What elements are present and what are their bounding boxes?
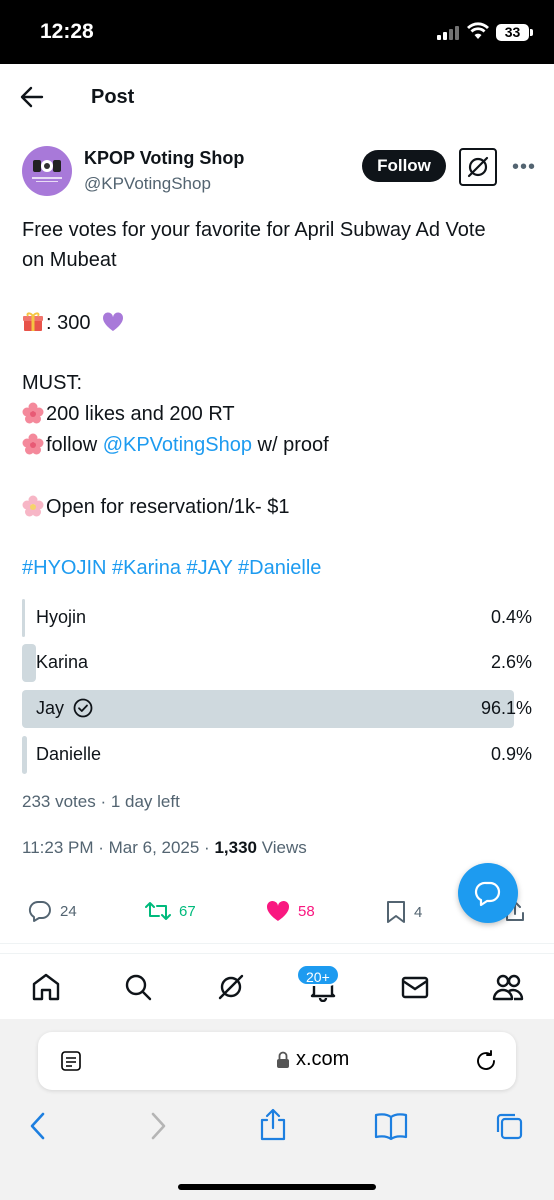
must-label: MUST: (22, 372, 82, 394)
reply-button[interactable]: 24 (28, 900, 77, 922)
poll-option-percent: 0.4% (490, 607, 532, 627)
flower-icon (22, 495, 44, 517)
flower-icon (22, 433, 44, 455)
poll-option-danielle: Danielle 0.9% (22, 736, 534, 774)
reload-icon[interactable] (474, 1049, 498, 1078)
reply-count: 24 (60, 902, 77, 920)
mail-icon[interactable] (400, 972, 430, 1007)
page-title: Post (91, 86, 135, 108)
prize-text: : 300 (46, 312, 91, 334)
reader-icon[interactable] (60, 1050, 82, 1077)
gift-icon (23, 312, 43, 331)
requirement-1: 200 likes and 200 RT (46, 403, 235, 425)
requirement-line: follow @KPVotingShop w/ proof (22, 432, 329, 458)
poll-bar (22, 736, 27, 774)
post-date[interactable]: 11:23 PM · Mar 6, 2025 · (22, 838, 214, 857)
grok-icon[interactable] (459, 148, 497, 186)
poll-meta: 233 votes · 1 day left (22, 792, 180, 811)
people-icon[interactable] (492, 972, 524, 1007)
author-handle[interactable]: @KPVotingShop (84, 174, 211, 194)
reservation-line: Open for reservation/1k- $1 (22, 494, 289, 520)
repost-button[interactable]: 67 (145, 900, 196, 922)
bookmark-count: 4 (414, 903, 423, 921)
like-icon (266, 900, 290, 921)
tweet-prize-line: : 300 (22, 310, 126, 336)
mention-link[interactable]: @KPVotingShop (103, 434, 252, 456)
share-icon[interactable] (258, 1107, 288, 1146)
url-text[interactable]: x.com (296, 1048, 349, 1071)
poll-bar (22, 644, 36, 682)
grok-icon[interactable] (216, 972, 246, 1007)
flower-icon (22, 402, 44, 424)
home-icon[interactable] (31, 972, 61, 1007)
poll-option-percent: 96.1% (480, 698, 532, 718)
wifi-icon (467, 22, 489, 45)
follow-button[interactable]: Follow (362, 150, 446, 182)
poll-option-percent: 2.6% (490, 652, 532, 672)
chevron-left-icon[interactable] (28, 1111, 48, 1146)
browser-toolbar: x.com (0, 1019, 554, 1200)
repost-count: 67 (179, 902, 196, 920)
hashtags[interactable]: #HYOJIN #Karina #JAY #Danielle (22, 555, 321, 581)
like-button[interactable]: 58 (266, 900, 315, 922)
battery-indicator: 33 (496, 24, 529, 41)
author-name[interactable]: KPOP Voting Shop (84, 148, 244, 169)
poll-option-percent: 0.9% (490, 744, 532, 764)
tweet-text-line: Free votes for your favorite for April S… (22, 219, 486, 241)
status-time: 12:28 (40, 20, 94, 43)
views-label: Views (256, 838, 307, 857)
requirement-2-suffix: w/ proof (252, 434, 329, 456)
avatar[interactable] (22, 146, 72, 196)
poll-option-jay: Jay 96.1% (22, 690, 534, 728)
address-bar[interactable]: x.com (38, 1032, 516, 1090)
reservation-text: Open for reservation/1k- $1 (46, 496, 290, 518)
bottom-nav (0, 953, 554, 1019)
bookmark-button[interactable]: 4 (386, 900, 422, 924)
chevron-right-icon[interactable] (148, 1111, 168, 1146)
reply-icon (28, 901, 51, 922)
poll-option-hyojin: Hyojin 0.4% (22, 599, 534, 637)
tweet-text-line: on Mubeat (22, 249, 117, 271)
search-icon[interactable] (123, 972, 153, 1007)
repost-icon (145, 902, 171, 920)
book-icon[interactable] (374, 1111, 408, 1146)
poll-bar (22, 599, 25, 637)
poll-option-label: Danielle (36, 744, 102, 764)
heart-icon (103, 312, 124, 331)
tabs-icon[interactable] (494, 1111, 524, 1146)
status-bar: 12:28 33 (0, 0, 554, 64)
message-fab[interactable] (458, 863, 518, 923)
lock-icon (276, 1051, 290, 1074)
poll-option-label: Karina (36, 652, 89, 672)
view-count: 1,330 (214, 838, 257, 857)
requirement-line: 200 likes and 200 RT (22, 401, 235, 427)
more-icon[interactable]: ••• (512, 156, 536, 179)
notifications-badge: 20+ (296, 964, 340, 986)
post-header: Post (0, 64, 554, 130)
battery-tip (530, 29, 533, 36)
bookmark-icon (387, 901, 405, 923)
requirement-2-prefix: follow (46, 434, 103, 456)
message-icon (474, 881, 501, 907)
poll-option-label: Hyojin (36, 607, 87, 627)
home-indicator (178, 1184, 376, 1190)
poll-bar (22, 690, 514, 728)
poll-option-karina: Karina 2.6% (22, 644, 534, 682)
back-arrow-icon[interactable] (20, 86, 44, 113)
like-count: 58 (298, 902, 315, 920)
poll-option-label: Jay (36, 698, 93, 719)
divider (0, 943, 554, 944)
post-timestamp: 11:23 PM · Mar 6, 2025 · 1,330 Views (22, 838, 307, 858)
signal-icon (437, 26, 459, 40)
check-circle-icon (73, 698, 93, 718)
